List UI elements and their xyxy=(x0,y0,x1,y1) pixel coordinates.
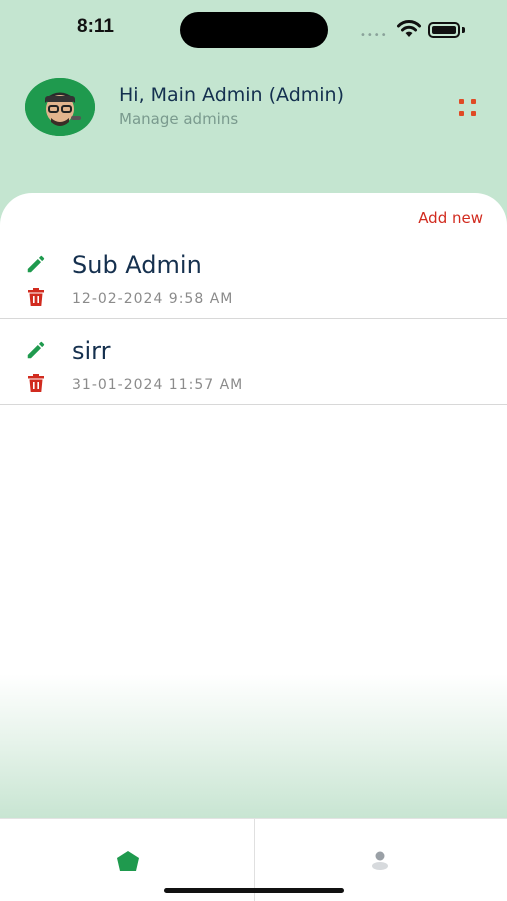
avatar-image xyxy=(25,78,95,136)
person-icon[interactable] xyxy=(370,849,390,871)
grid-icon[interactable] xyxy=(457,97,479,119)
signal-icon: •••• xyxy=(360,30,388,41)
pencil-icon[interactable] xyxy=(25,339,47,361)
admin-name: sirr xyxy=(72,337,111,365)
status-bar: 8:11 •••• xyxy=(0,0,507,60)
dynamic-island xyxy=(180,12,328,48)
admin-date: 31-01-2024 11:57 AM xyxy=(72,377,244,393)
battery-icon xyxy=(428,22,460,38)
status-time: 8:11 xyxy=(77,16,114,37)
status-icons: •••• xyxy=(360,18,470,42)
wifi-icon xyxy=(397,20,421,37)
home-indicator xyxy=(164,888,344,893)
bottom-tab-bar xyxy=(0,818,507,901)
admin-name: Sub Admin xyxy=(72,251,202,279)
avatar[interactable] xyxy=(25,78,95,136)
trash-icon[interactable] xyxy=(26,287,46,307)
add-new-button[interactable]: Add new xyxy=(418,209,483,227)
greeting-text: Hi, Main Admin (Admin) xyxy=(119,84,345,106)
admin-list-sheet: Add new Sub Admin 12-02-2024 9:58 AM sir… xyxy=(0,193,507,818)
pencil-icon[interactable] xyxy=(25,253,47,275)
list-item: Sub Admin 12-02-2024 9:58 AM xyxy=(0,233,507,319)
admin-date: 12-02-2024 9:58 AM xyxy=(72,291,234,307)
header: Hi, Main Admin (Admin) Manage admins xyxy=(0,70,507,150)
trash-icon[interactable] xyxy=(26,373,46,393)
page-subtitle: Manage admins xyxy=(119,110,239,128)
home-icon[interactable] xyxy=(115,849,141,873)
list-item: sirr 31-01-2024 11:57 AM xyxy=(0,319,507,405)
